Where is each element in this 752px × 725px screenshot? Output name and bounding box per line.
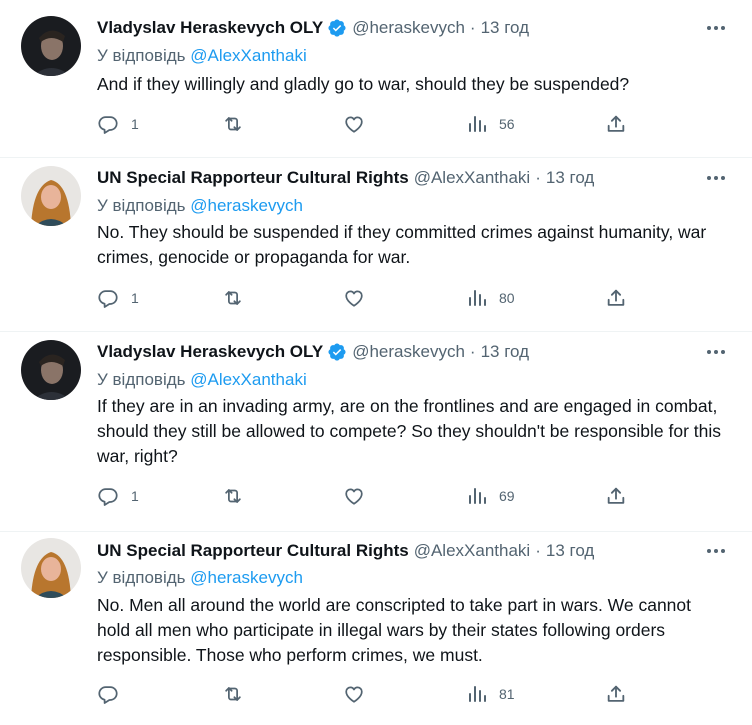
timestamp[interactable]: 13 год [481, 342, 529, 362]
share-button[interactable] [605, 682, 627, 706]
reply-context: У відповідь @AlexXanthaki [97, 368, 307, 392]
reply-prefix: У відповідь [97, 46, 186, 65]
verified-badge-icon [327, 18, 347, 38]
views-button[interactable]: 56 [467, 112, 515, 136]
tweet[interactable]: Vladyslav Heraskevych OLY @heraskevych ·… [0, 332, 752, 532]
author-name[interactable]: Vladyslav Heraskevych OLY [97, 342, 323, 362]
reply-to-link[interactable]: @AlexXanthaki [190, 370, 307, 389]
reply-button[interactable]: 1 [97, 286, 139, 310]
views-button[interactable]: 80 [467, 286, 515, 310]
reply-count: 1 [131, 116, 139, 132]
views-count: 80 [499, 290, 515, 306]
like-button[interactable] [343, 682, 377, 706]
separator-dot: · [535, 168, 541, 187]
tweet-actions: 1 69 [97, 484, 637, 508]
tweet[interactable]: UN Special Rapporteur Cultural Rights @A… [0, 532, 752, 725]
tweet-header: Vladyslav Heraskevych OLY @heraskevych ·… [97, 339, 702, 365]
reply-button[interactable]: 1 [97, 484, 139, 508]
avatar[interactable] [21, 538, 81, 598]
more-dots-icon[interactable] [704, 541, 728, 561]
reply-count: 1 [131, 290, 139, 306]
reply-to-link[interactable]: @heraskevych [190, 568, 303, 587]
tweet-header: UN Special Rapporteur Cultural Rights @A… [97, 165, 702, 191]
reply-thread: Vladyslav Heraskevych OLY @heraskevych ·… [0, 0, 752, 725]
tweet-text: And if they willingly and gladly go to w… [97, 74, 630, 94]
author-handle[interactable]: @AlexXanthaki [414, 541, 531, 561]
tweet[interactable]: UN Special Rapporteur Cultural Rights @A… [0, 158, 752, 332]
reply-prefix: У відповідь [97, 196, 186, 215]
verified-badge-icon [327, 342, 347, 362]
reply-prefix: У відповідь [97, 370, 186, 389]
tweet-text: No. They should be suspended if they com… [97, 222, 707, 267]
like-button[interactable] [343, 484, 377, 508]
reply-to-link[interactable]: @AlexXanthaki [190, 46, 307, 65]
author-handle[interactable]: @heraskevych [352, 342, 465, 362]
timestamp[interactable]: 13 год [546, 168, 594, 188]
reply-to-link[interactable]: @heraskevych [190, 196, 303, 215]
avatar[interactable] [21, 166, 81, 226]
tweet-header: Vladyslav Heraskevych OLY @heraskevych ·… [97, 15, 702, 41]
author-name[interactable]: UN Special Rapporteur Cultural Rights [97, 541, 409, 561]
tweet[interactable]: Vladyslav Heraskevych OLY @heraskevych ·… [0, 0, 752, 158]
avatar[interactable] [21, 340, 81, 400]
tweet-actions: 1 56 [97, 112, 637, 136]
more-dots-icon[interactable] [704, 168, 728, 188]
like-button[interactable] [343, 112, 377, 136]
reply-context: У відповідь @heraskevych [97, 566, 303, 590]
share-button[interactable] [605, 112, 627, 136]
reply-context: У відповідь @heraskevych [97, 194, 303, 218]
like-button[interactable] [343, 286, 377, 310]
timestamp[interactable]: 13 год [481, 18, 529, 38]
more-dots-icon[interactable] [704, 342, 728, 362]
timestamp[interactable]: 13 год [546, 541, 594, 561]
tweet-text: No. Men all around the world are conscri… [97, 595, 692, 665]
views-count: 56 [499, 116, 515, 132]
tweet-actions: 81 [97, 682, 637, 706]
views-button[interactable]: 81 [467, 682, 515, 706]
views-button[interactable]: 69 [467, 484, 515, 508]
reply-prefix: У відповідь [97, 568, 186, 587]
reply-button[interactable]: 1 [97, 112, 139, 136]
retweet-button[interactable] [221, 682, 257, 706]
reply-button[interactable] [97, 682, 131, 706]
tweet-text: If they are in an invading army, are on … [97, 396, 721, 466]
tweet-header: UN Special Rapporteur Cultural Rights @A… [97, 538, 702, 564]
separator-dot: · [535, 541, 541, 560]
avatar[interactable] [21, 16, 81, 76]
author-name[interactable]: Vladyslav Heraskevych OLY [97, 18, 323, 38]
retweet-button[interactable] [221, 112, 257, 136]
author-handle[interactable]: @heraskevych [352, 18, 465, 38]
more-dots-icon[interactable] [704, 18, 728, 38]
author-name[interactable]: UN Special Rapporteur Cultural Rights [97, 168, 409, 188]
views-count: 69 [499, 488, 515, 504]
share-button[interactable] [605, 484, 627, 508]
reply-count: 1 [131, 488, 139, 504]
share-button[interactable] [605, 286, 627, 310]
retweet-button[interactable] [221, 484, 257, 508]
views-count: 81 [499, 686, 515, 702]
tweet-actions: 1 80 [97, 286, 637, 310]
author-handle[interactable]: @AlexXanthaki [414, 168, 531, 188]
separator-dot: · [469, 18, 476, 37]
retweet-button[interactable] [221, 286, 257, 310]
separator-dot: · [469, 342, 476, 361]
reply-context: У відповідь @AlexXanthaki [97, 44, 307, 68]
